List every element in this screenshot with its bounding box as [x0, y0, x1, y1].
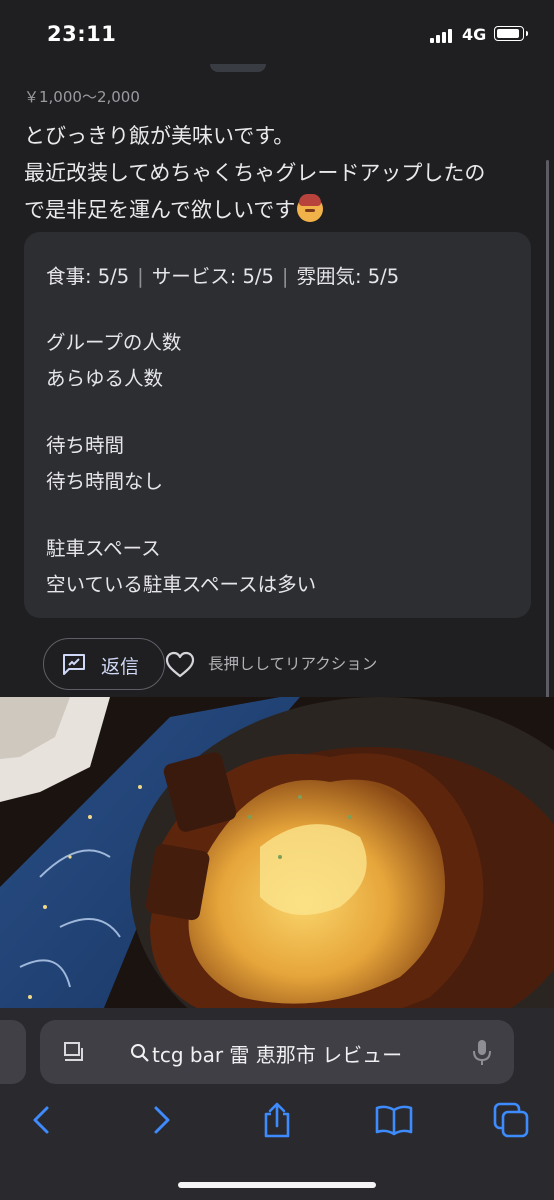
search-query[interactable]: tcg bar 雷 恵那市 レビュー	[152, 1039, 402, 1068]
forward-icon[interactable]	[141, 1100, 181, 1140]
page-menu-icon[interactable]	[62, 1040, 86, 1064]
detail-value: 待ち時間なし	[46, 470, 164, 493]
microphone-icon[interactable]	[472, 1038, 492, 1066]
rating-food: 食事: 5/5	[46, 265, 130, 288]
detail-label: 待ち時間	[46, 434, 125, 457]
address-bar[interactable]: tcg bar 雷 恵那市 レビュー	[40, 1020, 514, 1084]
rating-atmosphere: 雰囲気: 5/5	[296, 265, 400, 288]
ratings-row: 食事: 5/5 | サービス: 5/5 | 雰囲気: 5/5	[46, 260, 399, 289]
reply-label: 返信	[101, 656, 140, 678]
status-time: 23:11	[47, 22, 117, 46]
rating-separator: |	[281, 265, 289, 288]
review-line: とびっきり飯が美味いです。	[24, 124, 295, 148]
back-icon[interactable]	[22, 1100, 62, 1140]
detail-value: あらゆる人数	[46, 367, 164, 390]
detail-label: 駐車スペース	[46, 537, 161, 560]
detail-value: 空いている駐車スペースは多い	[46, 573, 317, 596]
reply-icon	[63, 654, 85, 675]
search-icon	[131, 1044, 149, 1062]
detail-label: グループの人数	[46, 331, 182, 354]
reaction-hint: 長押ししてリアクション	[208, 655, 378, 673]
heart-icon[interactable]	[165, 651, 195, 679]
battery-icon	[494, 26, 528, 41]
tabs-icon[interactable]	[491, 1100, 531, 1140]
review-line: で是非足を運んで欲しいです	[24, 192, 534, 229]
rating-separator: |	[137, 265, 144, 288]
previous-tab-preview[interactable]	[0, 1020, 26, 1084]
bookmarks-icon[interactable]	[374, 1100, 414, 1140]
home-indicator[interactable]	[178, 1182, 376, 1188]
reply-button[interactable]: 返信	[43, 638, 165, 690]
cellular-signal-icon	[430, 27, 456, 43]
person-gesturing-ok-emoji	[297, 194, 324, 222]
review-photo[interactable]	[0, 697, 554, 1042]
sheet-handle[interactable]	[210, 64, 266, 72]
review-line-text: で是非足を運んで欲しいです	[24, 198, 296, 222]
status-bar: 23:11 4G	[0, 0, 554, 70]
review-text: とびっきり飯が美味いです。 最近改装してめちゃくちゃグレードアップしたの で是非…	[24, 118, 534, 229]
rating-service: サービス: 5/5	[151, 265, 274, 288]
price-range: ￥1,000～2,000	[24, 88, 140, 106]
review-details-card: 食事: 5/5 | サービス: 5/5 | 雰囲気: 5/5 グループの人数 あらゆる人…	[24, 232, 531, 618]
omurice-photo	[0, 697, 554, 1042]
review-line: 最近改装してめちゃくちゃグレードアップしたの	[24, 161, 486, 185]
share-icon[interactable]	[257, 1100, 297, 1140]
network-type: 4G	[462, 25, 487, 44]
